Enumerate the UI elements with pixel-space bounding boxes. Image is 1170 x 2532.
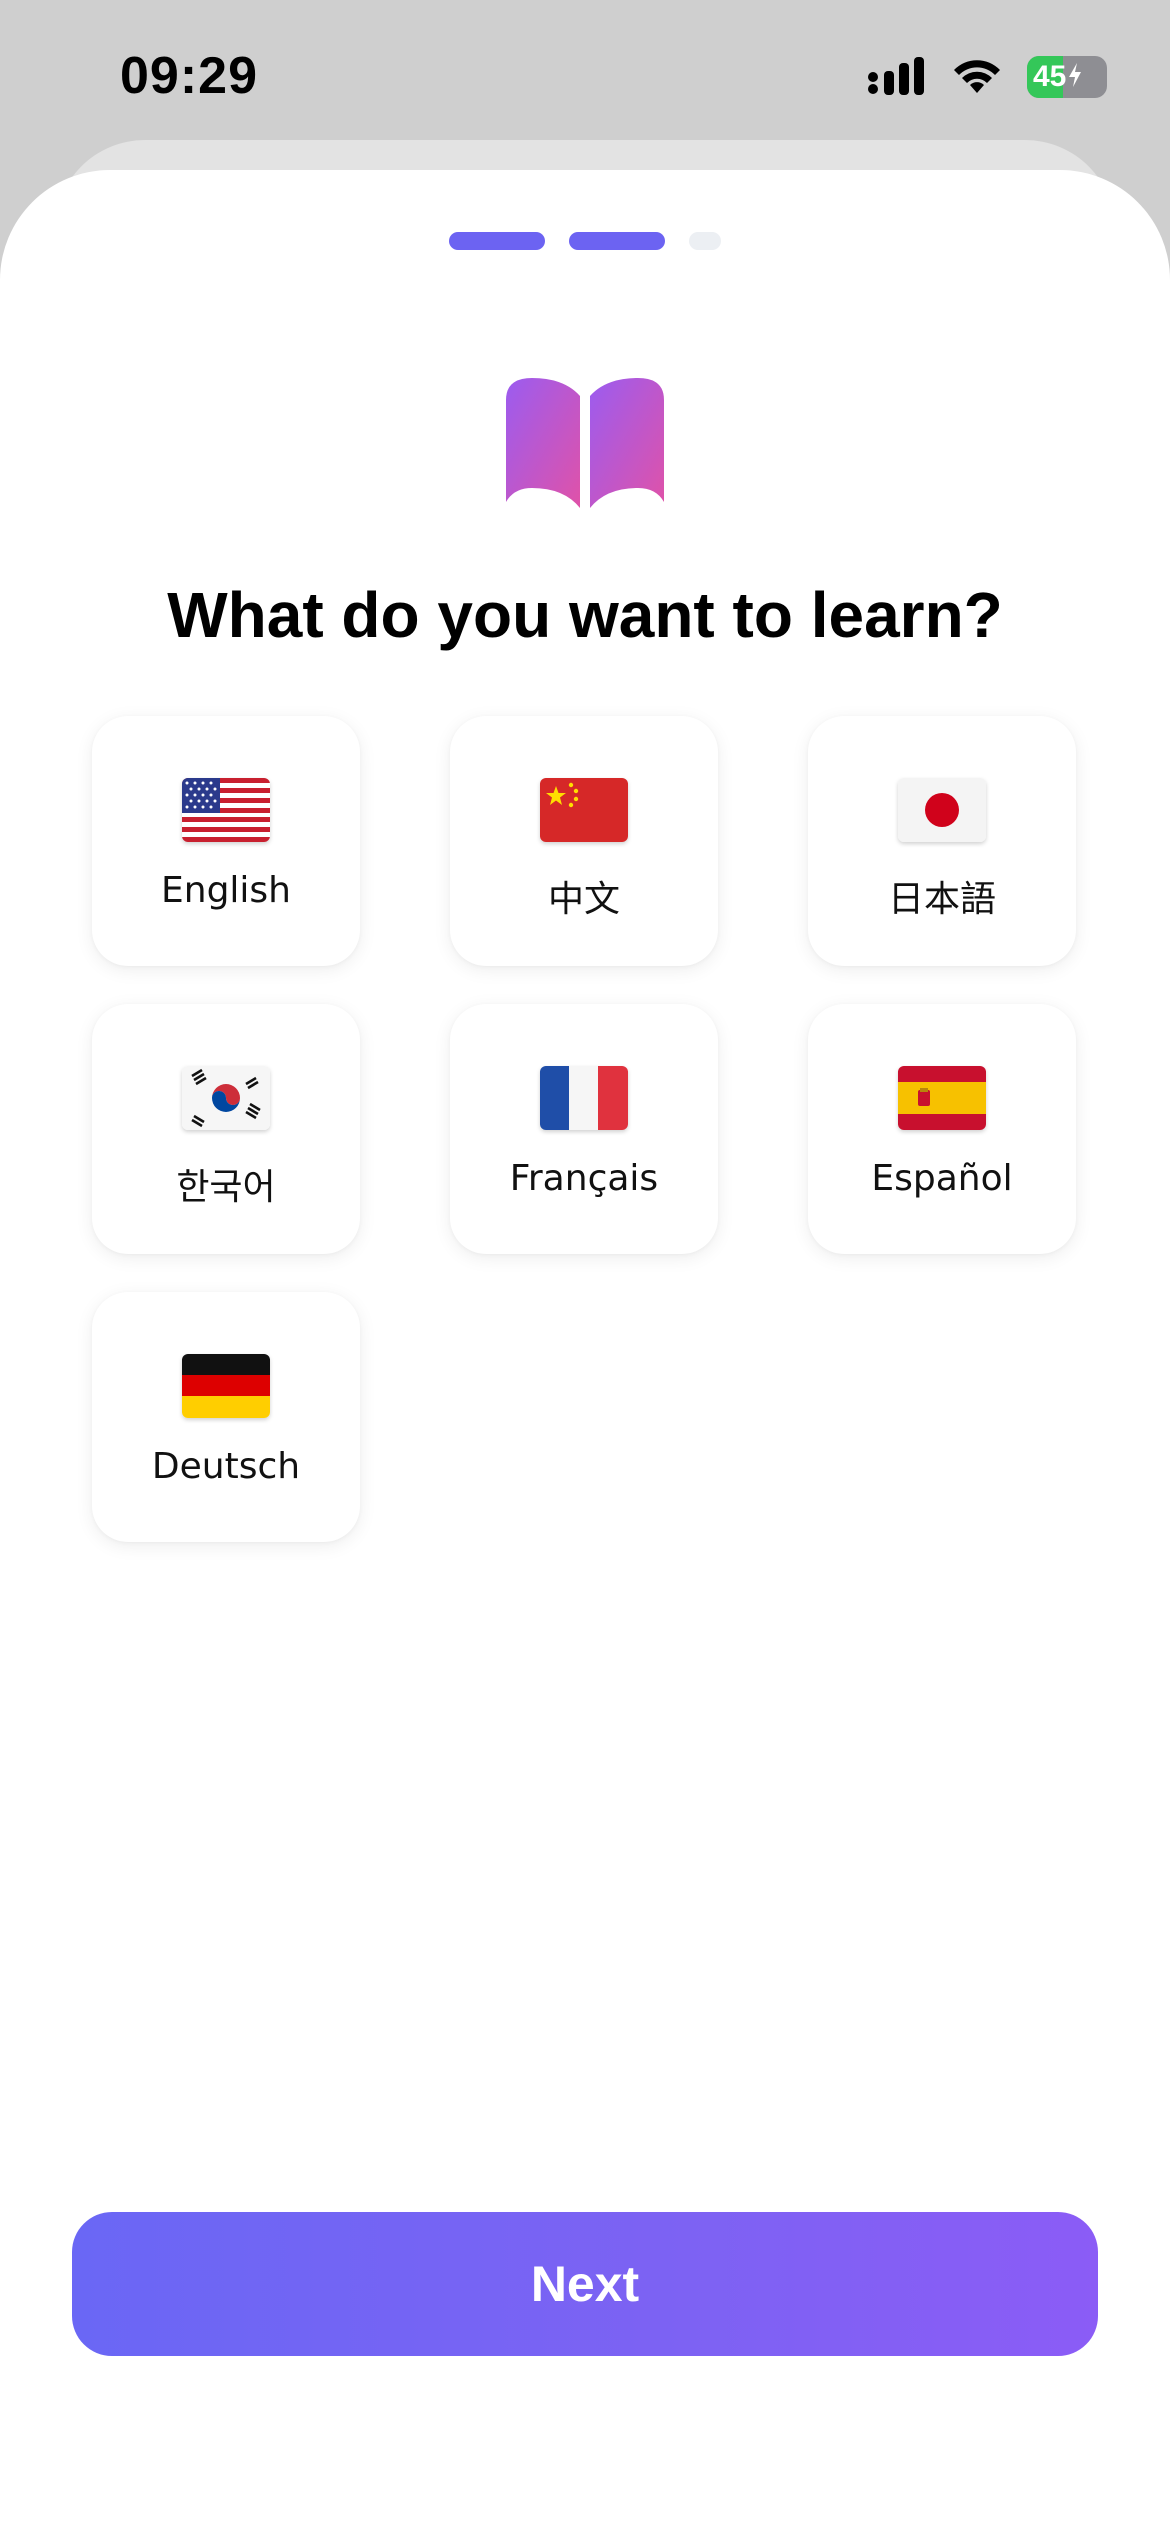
language-label: 中文 (547, 879, 620, 920)
spain-flag-icon (898, 1066, 986, 1130)
us-flag-icon (182, 778, 270, 842)
wifi-icon (951, 57, 1003, 97)
language-label: 日本語 (887, 879, 996, 920)
battery-percentage: 45 (1033, 60, 1067, 93)
progress-step-1 (449, 232, 545, 250)
app-screen: 09:29 45 What do you want to learn? Engl… (0, 0, 1170, 2532)
status-time: 09:29 (120, 47, 258, 105)
cellular-signal-icon (867, 57, 927, 97)
language-option-german[interactable]: Deutsch (92, 1292, 360, 1542)
language-label: 한국어 (176, 1167, 276, 1208)
battery-charging-icon: 45 (1027, 56, 1107, 98)
open-book-icon (502, 376, 668, 510)
language-option-french[interactable]: Français (450, 1004, 718, 1254)
france-flag-icon (540, 1066, 628, 1130)
next-button[interactable]: Next (72, 2212, 1098, 2356)
progress-step-2 (569, 232, 665, 250)
language-label: English (161, 870, 291, 911)
language-option-japanese[interactable]: 日本語 (808, 716, 1076, 966)
language-option-korean[interactable]: 한국어 (92, 1004, 360, 1254)
japan-flag-icon (898, 778, 986, 842)
language-option-english[interactable]: English (92, 716, 360, 966)
language-option-chinese[interactable]: 中文 (450, 716, 718, 966)
progress-step-3 (689, 232, 721, 250)
language-label: Français (509, 1158, 659, 1199)
china-flag-icon (540, 778, 628, 842)
language-label: Deutsch (151, 1446, 301, 1487)
charging-bolt-icon (1068, 62, 1082, 92)
page-title: What do you want to learn? (167, 579, 1003, 651)
status-icons: 45 (867, 56, 1107, 98)
battery-indicator: 45 (1027, 56, 1107, 98)
korea-flag-icon (182, 1066, 270, 1130)
language-grid: English 中文 日本語 한국어 Français Español Deut… (92, 716, 1078, 1542)
step-progress-indicator (0, 232, 1170, 250)
language-option-spanish[interactable]: Español (808, 1004, 1076, 1254)
status-bar: 09:29 45 (0, 0, 1170, 140)
germany-flag-icon (182, 1354, 270, 1418)
language-label: Español (871, 1158, 1013, 1199)
